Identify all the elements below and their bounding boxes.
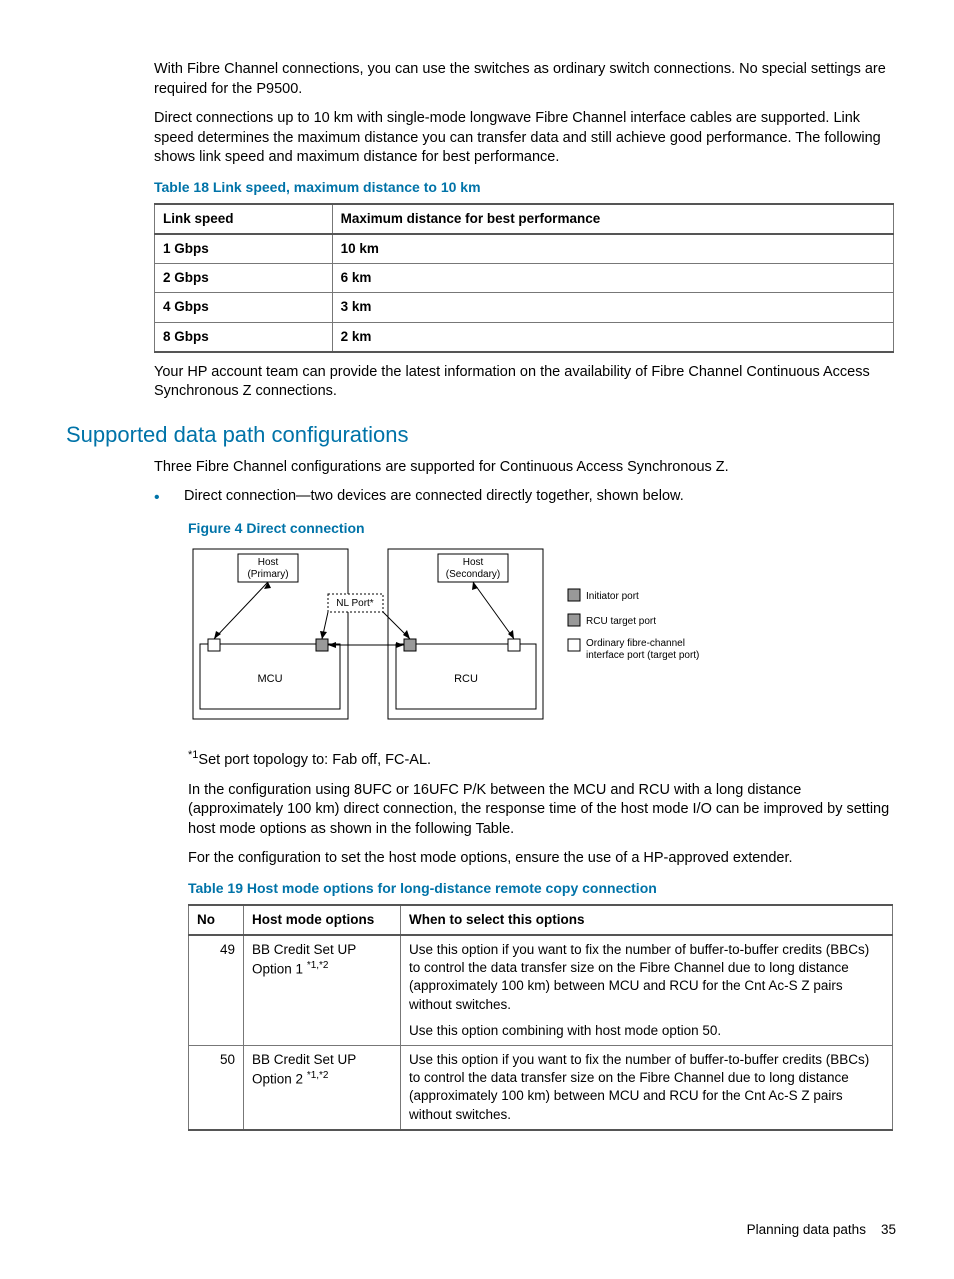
table-cell: Use this option if you want to fix the n… [401, 1046, 893, 1130]
option-name: BB Credit Set UP Option 2 [252, 1052, 356, 1087]
figure-legend: interface port (target port) [586, 650, 699, 661]
option-desc: Use this option combining with host mode… [409, 1022, 884, 1040]
table-row: 8 Gbps 2 km [155, 322, 894, 352]
table-row: 2 Gbps 6 km [155, 264, 894, 293]
table-header: When to select this options [401, 905, 893, 935]
table-cell: 3 km [332, 293, 893, 322]
figure-label: Host [258, 557, 279, 568]
paragraph: Direct connections up to 10 km with sing… [58, 109, 896, 168]
table-link-speed: Link speed Maximum distance for best per… [154, 203, 894, 353]
footnote-marker: *1 [188, 749, 198, 761]
table-header: Host mode options [244, 905, 401, 935]
table-header-row: No Host mode options When to select this… [189, 905, 893, 935]
table-row: 4 Gbps 3 km [155, 293, 894, 322]
bullet-icon: • [154, 487, 184, 506]
table-cell: 1 Gbps [155, 234, 333, 264]
table-cell: 10 km [332, 234, 893, 264]
option-superscript: *1,*2 [307, 960, 329, 971]
table-cell: 2 Gbps [155, 264, 333, 293]
figure-direct-connection: Host (Primary) Host (Secondary) NL Port*… [188, 544, 896, 731]
figure-label: RCU [454, 673, 478, 685]
paragraph: In the configuration using 8UFC or 16UFC… [58, 781, 896, 840]
figure-label: (Primary) [247, 569, 288, 580]
option-desc: Use this option if you want to fix the n… [409, 1051, 884, 1124]
table-caption: Table 19 Host mode options for long-dist… [58, 879, 896, 898]
paragraph: Three Fibre Channel configurations are s… [58, 458, 896, 478]
paragraph: For the configuration to set the host mo… [58, 849, 896, 869]
table-cell: BB Credit Set UP Option 1 *1,*2 [244, 935, 401, 1046]
figure-label: NL Port* [336, 598, 374, 609]
paragraph: With Fibre Channel connections, you can … [58, 60, 896, 99]
table-caption: Table 18 Link speed, maximum distance to… [58, 178, 896, 197]
section-heading: Supported data path configurations [66, 420, 896, 450]
option-name: BB Credit Set UP Option 1 [252, 942, 356, 977]
table-cell: 8 Gbps [155, 322, 333, 352]
table-host-mode-options: No Host mode options When to select this… [188, 904, 893, 1131]
table-cell: 6 km [332, 264, 893, 293]
option-superscript: *1,*2 [307, 1070, 329, 1081]
table-row: 50 BB Credit Set UP Option 2 *1,*2 Use t… [189, 1046, 893, 1130]
table-header-row: Link speed Maximum distance for best per… [155, 204, 894, 234]
footer-page-number: 35 [881, 1222, 896, 1237]
footnote: *1Set port topology to: Fab off, FC-AL. [58, 748, 896, 770]
table-header: Link speed [155, 204, 333, 234]
footer-section: Planning data paths [747, 1222, 866, 1237]
table-header: Maximum distance for best performance [332, 204, 893, 234]
table-cell: 2 km [332, 322, 893, 352]
figure-legend: Initiator port [586, 591, 639, 602]
table-row: 49 BB Credit Set UP Option 1 *1,*2 Use t… [189, 935, 893, 1046]
figure-label: MCU [257, 673, 282, 685]
figure-caption: Figure 4 Direct connection [58, 519, 896, 538]
table-header: No [189, 905, 244, 935]
footnote-text: Set port topology to: Fab off, FC-AL. [198, 752, 431, 768]
table-row: 1 Gbps 10 km [155, 234, 894, 264]
paragraph: Your HP account team can provide the lat… [58, 363, 896, 402]
figure-legend: Ordinary fibre-channel [586, 638, 685, 649]
figure-label: Host [463, 557, 484, 568]
table-cell: Use this option if you want to fix the n… [401, 935, 893, 1046]
table-cell: 4 Gbps [155, 293, 333, 322]
bullet-text: Direct connection—two devices are connec… [184, 487, 896, 507]
option-desc: Use this option if you want to fix the n… [409, 941, 884, 1014]
page-footer: Planning data paths 35 [58, 1221, 896, 1239]
table-cell: 49 [189, 935, 244, 1046]
table-cell: 50 [189, 1046, 244, 1130]
figure-legend: RCU target port [586, 616, 656, 627]
figure-label: (Secondary) [446, 569, 500, 580]
table-cell: BB Credit Set UP Option 2 *1,*2 [244, 1046, 401, 1130]
bullet-item: • Direct connection—two devices are conn… [154, 487, 896, 507]
